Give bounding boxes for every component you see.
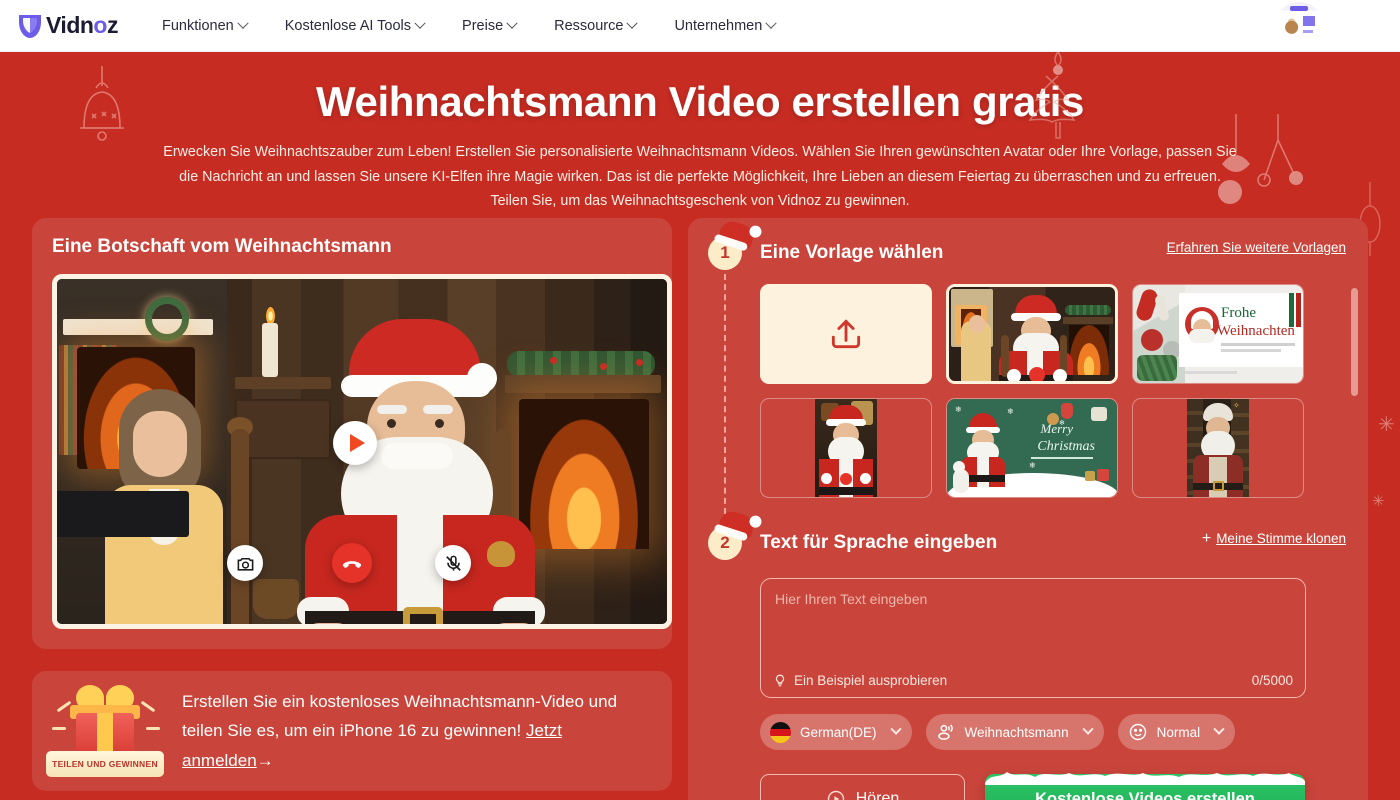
microphone-muted-button[interactable] — [435, 545, 471, 581]
nav-label: Ressource — [554, 17, 624, 34]
plus-icon: + — [1201, 530, 1212, 547]
step-connector — [724, 274, 726, 514]
chevron-down-icon — [506, 17, 518, 29]
page-title: Weihnachtsmann Video erstellen gratis — [316, 78, 1084, 125]
chevron-down-icon — [414, 17, 426, 29]
gift-icon: TEILEN UND GEWINNEN — [46, 683, 164, 779]
smiley-icon — [1129, 723, 1146, 741]
create-button-wrap: Kostenlose Videos erstellen — [985, 772, 1305, 800]
nav-links: Funktionen Kostenlose AI Tools Preise Re… — [143, 12, 794, 40]
avatar[interactable] — [1276, 2, 1322, 48]
template-scroll-area: Frohe Weihnachten Merry Christmas ❄ ❄ ❄ … — [760, 284, 1358, 498]
chevron-down-icon — [237, 17, 249, 29]
snowflake-icon: ✳ — [1372, 493, 1385, 510]
nav-item-kostenlose-ai-tools[interactable]: Kostenlose AI Tools — [266, 12, 443, 40]
nav-label: Preise — [462, 17, 504, 34]
chevron-down-icon — [765, 17, 777, 29]
right-column: 1 Eine Vorlage wählen Erfahren Sie weite… — [688, 218, 1368, 800]
speech-text-input[interactable]: Hier Ihren Text eingeben Ein Beispiel au… — [760, 578, 1306, 698]
template-frohe-weihnachten[interactable]: Frohe Weihnachten — [1132, 284, 1304, 384]
nav-item-funktionen[interactable]: Funktionen — [143, 12, 266, 40]
santa-hat-icon — [717, 218, 757, 249]
upload-icon — [831, 319, 861, 349]
promo-card: TEILEN UND GEWINNEN Erstellen Sie ein ko… — [32, 671, 672, 791]
page-root: Vidnoz Funktionen Kostenlose AI Tools Pr… — [0, 0, 1400, 800]
step-1-title: Eine Vorlage wählen — [760, 242, 944, 263]
hero-subtitle-line: Erwecken Sie Weihnachtszauber zum Leben!… — [163, 144, 1237, 160]
camera-button[interactable] — [227, 545, 263, 581]
video-player[interactable] — [52, 274, 672, 629]
try-example-button[interactable]: Ein Beispiel ausprobieren — [773, 673, 947, 688]
language-value: German(DE) — [800, 724, 877, 740]
promo-arrow-icon: → — [256, 750, 274, 770]
template-scrollbar[interactable] — [1351, 288, 1358, 510]
nav-item-unternehmen[interactable]: Unternehmen — [655, 12, 794, 40]
listen-label: Hören — [855, 790, 900, 800]
step-1-header: 1 Eine Vorlage wählen Erfahren Sie weite… — [708, 218, 1346, 270]
top-navbar: Vidnoz Funktionen Kostenlose AI Tools Pr… — [0, 0, 1400, 52]
textarea-footer: Ein Beispiel ausprobieren 0/5000 — [773, 673, 1293, 688]
template-merry-christmas[interactable]: Merry Christmas ❄ ❄ ❄ ❄ — [946, 398, 1118, 498]
listen-button[interactable]: Hören — [760, 774, 965, 800]
video-preview-card: Eine Botschaft vom Weihnachtsmann — [32, 218, 672, 649]
style-select[interactable]: Normal — [1117, 714, 1236, 750]
hero-subtitle-line: die Nachricht an und lassen Sie unsere K… — [179, 168, 1221, 185]
voice-value: Weihnachtsmann — [964, 724, 1069, 740]
creator-panel: 1 Eine Vorlage wählen Erfahren Sie weite… — [688, 218, 1368, 800]
snowflake-icon: ✳ — [1378, 414, 1395, 436]
try-example-label: Ein Beispiel ausprobieren — [794, 673, 948, 688]
voice-icon — [937, 724, 953, 740]
step-1-badge: 1 — [708, 218, 757, 270]
style-value: Normal — [1156, 724, 1201, 740]
chevron-down-icon — [626, 17, 639, 29]
character-counter: 0/5000 — [1251, 673, 1293, 688]
step-2-header: 2 Text für Sprache eingeben + Meine Stimm… — [708, 508, 1346, 560]
vidnoz-logo-icon — [17, 12, 43, 40]
upload-template[interactable] — [760, 284, 932, 384]
logo-text: Vidnoz — [46, 12, 118, 38]
clone-voice-link[interactable]: + Meine Stimme klonen — [1202, 530, 1346, 548]
create-videos-label: Kostenlose Videos erstellen — [1035, 789, 1255, 800]
chevron-down-icon — [889, 723, 902, 735]
nav-item-ressource[interactable]: Ressource — [535, 12, 655, 40]
video-card-title: Eine Botschaft vom Weihnachtsmann — [52, 236, 392, 257]
scrollbar-thumb[interactable] — [1351, 288, 1358, 396]
hero-subtitle-line: Teilen Sie, um das Weihnachtsgeschenk vo… — [490, 193, 910, 210]
template-santa-workshop[interactable]: ✧ — [1132, 398, 1304, 498]
play-circle-icon — [827, 790, 844, 800]
chevron-down-icon — [1213, 723, 1225, 735]
step-2-badge: 2 — [708, 508, 757, 560]
nav-label: Kostenlose AI Tools — [284, 17, 412, 34]
nav-label: Funktionen — [161, 17, 234, 34]
promo-text: Erstellen Sie ein kostenloses Weihnachts… — [182, 687, 650, 775]
create-videos-button[interactable]: Kostenlose Videos erstellen — [985, 774, 1305, 800]
nav-label: Unternehmen — [674, 17, 763, 34]
left-column: Eine Botschaft vom Weihnachtsmann TEILEN… — [32, 218, 672, 791]
hero-subtitle: Erwecken Sie Weihnachtszauber zum Leben!… — [85, 140, 1315, 214]
template-santa-portrait[interactable] — [760, 398, 932, 498]
template-grid: Frohe Weihnachten Merry Christmas ❄ ❄ ❄ … — [760, 284, 1332, 498]
options-row: German(DE) Weihnachtsmann Normal — [760, 714, 1346, 750]
nav-item-preise[interactable]: Preise — [443, 12, 535, 40]
hero-section: ✳ ✳ Weihnachtsmann Video erstellen grati… — [0, 51, 1400, 510]
chevron-down-icon — [1081, 723, 1094, 735]
promo-badge: TEILEN UND GEWINNEN — [46, 751, 164, 777]
german-flag-icon — [770, 721, 791, 743]
voice-select[interactable]: Weihnachtsmann — [925, 714, 1104, 750]
speech-text-placeholder: Hier Ihren Text eingeben — [775, 591, 928, 607]
clone-voice-label: Meine Stimme klonen — [1216, 531, 1346, 546]
play-button[interactable] — [333, 421, 377, 465]
hangup-button[interactable] — [332, 543, 372, 583]
lightbulb-icon — [775, 674, 785, 687]
video-person-santa — [289, 319, 551, 624]
template-santa-fireplace[interactable] — [946, 284, 1118, 384]
language-select[interactable]: German(DE) — [760, 714, 912, 750]
more-templates-link[interactable]: Erfahren Sie weitere Vorlagen — [1167, 240, 1346, 255]
action-buttons: Hören Kostenlose Videos erstellen — [760, 772, 1346, 800]
step-2-title: Text für Sprache eingeben — [760, 532, 998, 553]
logo[interactable]: Vidnoz — [17, 12, 118, 40]
